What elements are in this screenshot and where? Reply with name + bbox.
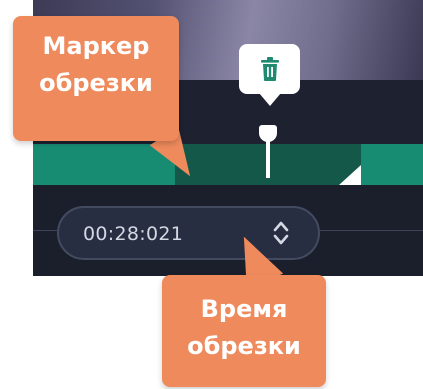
timeline-scale-line xyxy=(320,230,423,231)
trim-time-callout-line1: Время xyxy=(200,295,288,323)
trim-end-handle-icon[interactable] xyxy=(339,165,361,185)
timeline-scale-line xyxy=(33,230,57,231)
trim-time-field[interactable]: 00:28:021 xyxy=(57,206,320,260)
up-down-chevron-icon xyxy=(273,221,289,245)
playhead-stem[interactable] xyxy=(266,140,270,178)
trim-time-callout-line2: обрезки xyxy=(187,332,301,360)
trim-marker-callout-line2: обрезки xyxy=(39,69,153,97)
delete-fragment-button[interactable] xyxy=(239,44,300,106)
trim-marker-callout: Маркер обрезки xyxy=(13,16,179,141)
trim-time-value[interactable]: 00:28:021 xyxy=(83,223,183,245)
trash-icon xyxy=(260,57,279,81)
trim-marker-callout-line1: Маркер xyxy=(42,32,150,60)
trim-time-callout: Время обрезки xyxy=(162,275,326,387)
